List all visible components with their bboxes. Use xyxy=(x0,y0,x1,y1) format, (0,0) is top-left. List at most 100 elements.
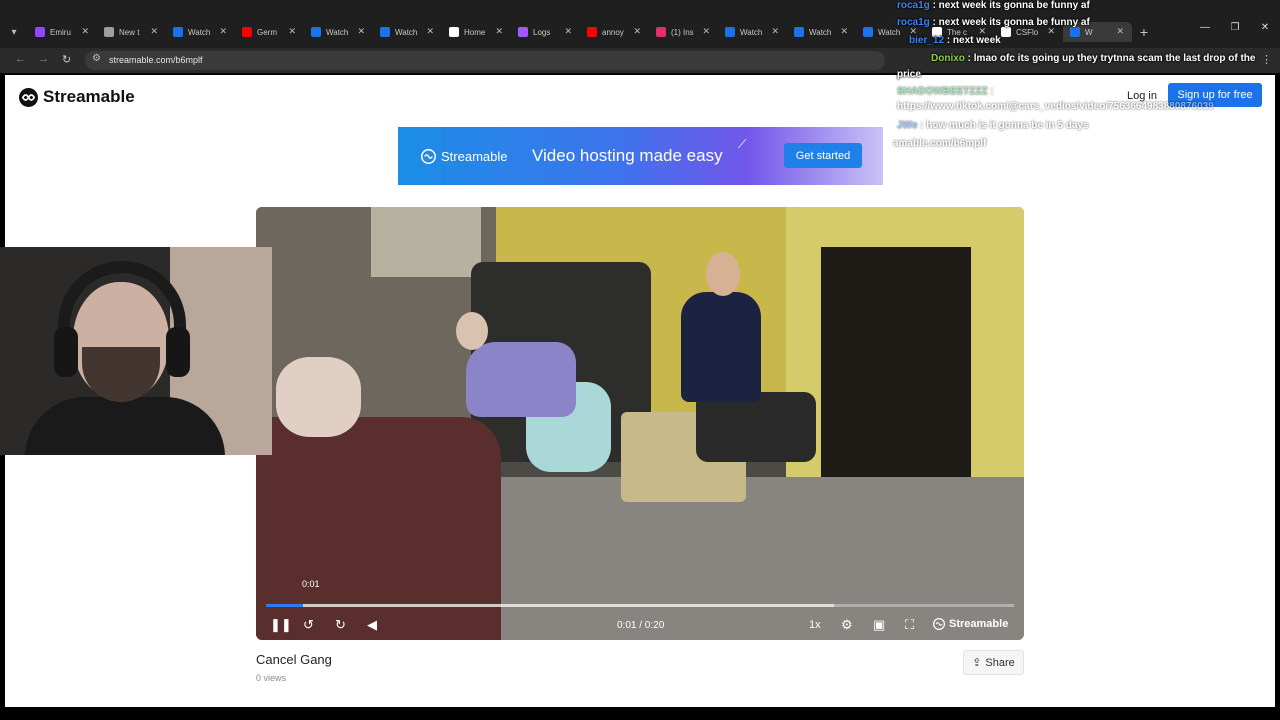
tab-label: Watch xyxy=(326,27,349,37)
video-frame-man-head xyxy=(706,252,740,296)
tab-close-icon[interactable]: ✕ xyxy=(288,26,296,37)
tab-close-icon[interactable]: ✕ xyxy=(495,26,503,37)
time-display: 0:01 / 0:20 xyxy=(617,620,665,631)
chat-username[interactable]: roca1g xyxy=(897,0,930,11)
tab-favicon-icon xyxy=(242,27,252,37)
ad-logo-icon xyxy=(421,149,436,164)
browser-tab[interactable]: Watch ✕ xyxy=(718,22,787,42)
chat-text: : next week xyxy=(944,35,1001,46)
tab-favicon-icon xyxy=(104,27,114,37)
chat-message: Donixo : lmao ofc its going up they tryt… xyxy=(931,53,1255,64)
browser-tab[interactable]: Home ✕ xyxy=(442,22,511,42)
tab-search-icon[interactable]: ▾ xyxy=(0,22,28,42)
back-icon[interactable]: ← xyxy=(15,53,26,65)
browser-tab[interactable]: Emiru ✕ xyxy=(28,22,97,42)
buffered-bar xyxy=(303,604,835,607)
browser-tab[interactable]: Watch ✕ xyxy=(166,22,235,42)
tab-favicon-icon xyxy=(35,27,45,37)
ad-brand: Streamable xyxy=(421,149,507,164)
watermark-text: Streamable xyxy=(949,618,1009,630)
streamable-logo-icon xyxy=(19,87,38,107)
reload-icon[interactable]: ↻ xyxy=(62,53,71,66)
tab-label: Germ xyxy=(257,27,277,37)
browser-tab[interactable]: (1) Ins ✕ xyxy=(649,22,718,42)
sparkle-icon: ⟋ xyxy=(738,137,747,151)
chat-text: : how much is it gonna be in 5 days xyxy=(917,120,1089,131)
video-frame-person-seated xyxy=(466,342,576,417)
browser-tab[interactable]: Watch ✕ xyxy=(373,22,442,42)
video-frame-hand xyxy=(276,357,361,437)
tab-close-icon[interactable]: ✕ xyxy=(702,26,710,37)
tab-close-icon[interactable]: ✕ xyxy=(81,26,89,37)
ad-tagline: Video hosting made easy xyxy=(532,146,723,165)
chat-text: : lmao ofc its going up they trytnna sca… xyxy=(964,53,1256,64)
video-player[interactable]: 0:01 ❚❚ ↺ ↻ ◀ 0:01 / 0:20 1x ⚙ ▣ ⛶ Strea… xyxy=(256,207,1024,640)
site-info-icon[interactable]: ⚙ xyxy=(92,53,101,64)
chat-text: : xyxy=(987,86,994,97)
settings-icon[interactable]: ⚙ xyxy=(841,617,853,633)
browser-tab[interactable]: Watch ✕ xyxy=(304,22,373,42)
ad-brand-text: Streamable xyxy=(441,149,508,164)
chat-username[interactable]: SHADOWBEETZZZ xyxy=(897,86,988,97)
tab-label: Logs xyxy=(533,27,551,37)
tab-favicon-icon xyxy=(863,27,873,37)
tab-close-icon[interactable]: ✕ xyxy=(357,26,365,37)
ad-banner[interactable]: Streamable Video hosting made easy ⟋ Get… xyxy=(398,127,883,185)
video-frame-person-head xyxy=(456,312,488,350)
site-logo[interactable]: Streamable xyxy=(19,87,135,107)
tab-close-icon[interactable]: ✕ xyxy=(840,26,848,37)
chat-username[interactable]: JWe xyxy=(897,120,917,131)
url-bar[interactable]: ⚙ streamable.com/b6mplf xyxy=(85,51,885,70)
video-frame-window xyxy=(371,207,481,277)
tab-favicon-icon xyxy=(380,27,390,37)
share-label: Share xyxy=(985,656,1015,669)
fullscreen-icon[interactable]: ⛶ xyxy=(905,617,914,633)
browser-tab[interactable]: Watch ✕ xyxy=(787,22,856,42)
pip-icon[interactable]: ▣ xyxy=(873,617,885,633)
tab-label: Emiru xyxy=(50,27,71,37)
tab-close-icon[interactable]: ✕ xyxy=(633,26,641,37)
rewind-icon[interactable]: ↺ xyxy=(303,617,314,633)
webcam-shirt xyxy=(25,397,225,455)
chat-message: bier_12 : next week xyxy=(909,35,1001,46)
browser-tab[interactable]: annoy ✕ xyxy=(580,22,649,42)
tab-close-icon[interactable]: ✕ xyxy=(219,26,227,37)
tab-favicon-icon xyxy=(725,27,735,37)
chat-username[interactable]: roca1g xyxy=(897,17,930,28)
webcam-headphone-cup-left xyxy=(54,327,78,377)
played-bar xyxy=(266,604,304,607)
ad-get-started-button[interactable]: Get started xyxy=(784,143,862,168)
browser-tab[interactable]: Logs ✕ xyxy=(511,22,580,42)
forward-skip-icon[interactable]: ↻ xyxy=(335,617,346,633)
browser-tab[interactable]: Germ ✕ xyxy=(235,22,304,42)
share-button[interactable]: ⇪ Share xyxy=(963,650,1024,675)
hover-time-tooltip: 0:01 xyxy=(302,579,320,589)
browser-tab[interactable]: New t ✕ xyxy=(97,22,166,42)
tab-label: Watch xyxy=(809,27,832,37)
volume-icon[interactable]: ◀ xyxy=(367,617,377,633)
watermark-logo-icon xyxy=(933,618,945,630)
tab-favicon-icon xyxy=(656,27,666,37)
tab-favicon-icon xyxy=(173,27,183,37)
tab-close-icon[interactable]: ✕ xyxy=(426,26,434,37)
video-frame-doorway xyxy=(821,247,971,507)
player-watermark[interactable]: Streamable xyxy=(933,618,1008,630)
speed-button[interactable]: 1x xyxy=(809,619,821,631)
chat-text: : next week its gonna be funny af xyxy=(929,17,1090,28)
chat-username[interactable]: Donixo xyxy=(931,53,965,64)
tab-favicon-icon xyxy=(449,27,459,37)
tab-close-icon[interactable]: ✕ xyxy=(771,26,779,37)
player-controls: ❚❚ ↺ ↻ ◀ 0:01 / 0:20 1x ⚙ ▣ ⛶ Streamable xyxy=(256,610,1024,640)
tab-favicon-icon xyxy=(311,27,321,37)
chat-username[interactable]: bier_12 xyxy=(909,35,944,46)
forward-icon[interactable]: → xyxy=(38,53,49,65)
chat-message: https://www.tiktok.com/@cars_vedios/vide… xyxy=(897,101,1214,112)
tab-close-icon[interactable]: ✕ xyxy=(564,26,572,37)
seek-bar[interactable] xyxy=(266,604,1014,607)
tab-close-icon[interactable]: ✕ xyxy=(150,26,158,37)
tab-label: Watch xyxy=(740,27,763,37)
pause-icon[interactable]: ❚❚ xyxy=(270,617,292,633)
chat-message: roca1g : next week its gonna be funny af xyxy=(897,17,1090,28)
chat-message: JWe : how much is it gonna be in 5 days xyxy=(897,120,1089,131)
chat-text: : next week its gonna be funny af xyxy=(929,0,1090,11)
